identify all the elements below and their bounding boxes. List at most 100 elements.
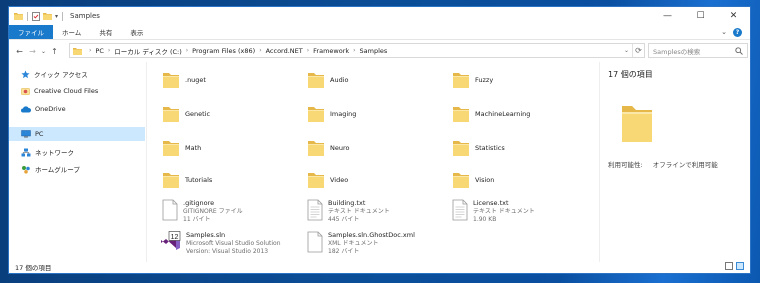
file-item[interactable]: .gitignore GITIGNORE ファイル 11 バイト <box>162 199 243 224</box>
folder-item[interactable]: Audio <box>307 70 348 90</box>
tab-home[interactable]: ホーム <box>53 25 90 39</box>
up-button[interactable]: ↑ <box>48 43 61 59</box>
tab-file[interactable]: ファイル <box>9 25 53 39</box>
address-bar[interactable]: › PC › ローカル ディスク (C:) › Program Files (x… <box>69 43 645 58</box>
search-input[interactable]: Samplesの検索 <box>648 43 748 58</box>
folder-icon <box>453 107 469 122</box>
folder-item[interactable]: Imaging <box>307 104 356 124</box>
file-item[interactable]: Building.txt テキスト ドキュメント 445 バイト <box>307 199 390 224</box>
sidebar-item-quick-access[interactable]: クイック アクセス <box>9 67 145 81</box>
refresh-button[interactable]: ⟳ <box>632 44 644 57</box>
recent-locations-button[interactable]: ⌄ <box>39 43 48 59</box>
file-item[interactable]: Samples.sln.GhostDoc.xml XML ドキュメント 182 … <box>307 231 415 256</box>
folder-item[interactable]: Fuzzy <box>452 70 493 90</box>
folder-icon <box>163 141 179 156</box>
quick-access-toolbar: ▾ <box>9 11 64 21</box>
breadcrumb-separator[interactable]: › <box>186 47 188 54</box>
address-dropdown-icon[interactable]: ⌄ <box>621 47 632 54</box>
breadcrumb-pc[interactable]: PC <box>95 47 103 55</box>
homegroup-icon <box>22 165 30 174</box>
item-size: 445 バイト <box>328 216 360 223</box>
item-name: Fuzzy <box>475 75 494 84</box>
item-name: Vision <box>475 175 495 184</box>
folder-icon <box>308 73 324 88</box>
item-name: .nuget <box>185 75 206 84</box>
file-info: License.txt テキスト ドキュメント 1.90 KB <box>473 199 535 224</box>
file-item[interactable]: 12 Samples.sln Microsoft Visual Studio S… <box>159 231 281 256</box>
folder-item[interactable]: .nuget <box>162 70 206 90</box>
item-name: Imaging <box>330 109 357 118</box>
availability-value: オフラインで利用可能 <box>652 161 718 169</box>
sidebar-item-label: OneDrive <box>35 105 66 113</box>
item-type: Microsoft Visual Studio Solution <box>186 240 281 247</box>
item-type: テキスト ドキュメント <box>328 208 390 215</box>
address-row: ← → ⌄ ↑ › PC › ローカル ディスク (C:) › Program … <box>9 41 750 61</box>
item-size: 1.90 KB <box>473 216 497 223</box>
breadcrumb-separator[interactable]: › <box>307 47 309 54</box>
availability-label: 利用可能性: <box>608 161 643 169</box>
folder-icon <box>453 73 469 88</box>
close-button[interactable]: ✕ <box>717 7 750 25</box>
item-name: License.txt <box>473 199 509 207</box>
folder-icon <box>163 173 179 188</box>
folder-item[interactable]: Video <box>307 170 348 190</box>
item-size: 11 バイト <box>183 216 211 223</box>
sidebar-item-pc[interactable]: PC <box>9 127 145 141</box>
breadcrumb-local-disk[interactable]: ローカル ディスク (C:) <box>114 46 181 56</box>
breadcrumb-samples[interactable]: Samples <box>360 47 388 55</box>
help-icon[interactable]: ? <box>733 27 742 37</box>
folder-item[interactable]: Tutorials <box>162 170 212 190</box>
folder-icon <box>308 107 324 122</box>
folder-item[interactable]: Vision <box>452 170 494 190</box>
forward-button[interactable]: → <box>26 43 39 59</box>
details-title: 17 個の項目 <box>608 70 653 79</box>
breadcrumb-separator[interactable]: › <box>89 47 91 54</box>
details-pane: 17 個の項目 利用可能性: オフラインで利用可能 <box>599 62 750 262</box>
details-view-icon[interactable] <box>725 262 733 270</box>
breadcrumb-separator[interactable]: › <box>108 47 110 54</box>
maximize-button[interactable]: ☐ <box>684 7 717 25</box>
pc-icon <box>21 130 31 138</box>
item-name: MachineLearning <box>475 109 531 118</box>
breadcrumb-program-files[interactable]: Program Files (x86) <box>192 47 255 55</box>
solution-version-label: 12 <box>171 234 179 241</box>
folder-icon <box>308 141 324 156</box>
expand-ribbon-icon[interactable]: ⌄ <box>721 28 727 36</box>
explorer-window: ▾ Samples — ☐ ✕ ファイル ホーム 共有 表示 ⌄ ? ← → ⌄… <box>8 6 751 274</box>
minimize-button[interactable]: — <box>651 7 684 25</box>
properties-icon[interactable] <box>32 11 40 21</box>
breadcrumb-separator[interactable]: › <box>353 47 355 54</box>
toolbar-separator <box>27 11 28 21</box>
sidebar-item-homegroup[interactable]: ホームグループ <box>9 162 145 176</box>
item-name: Building.txt <box>328 199 366 207</box>
new-folder-icon[interactable] <box>43 12 52 20</box>
folder-icon <box>163 73 179 88</box>
sidebar-item-creative-cloud[interactable]: Creative Cloud Files <box>9 84 145 98</box>
sidebar-item-network[interactable]: ネットワーク <box>9 145 145 159</box>
folder-large-icon <box>622 106 652 142</box>
tiles-view-icon[interactable] <box>736 262 744 270</box>
sidebar-item-onedrive[interactable]: OneDrive <box>9 102 145 116</box>
back-button[interactable]: ← <box>13 43 26 59</box>
onedrive-icon <box>21 105 31 112</box>
sidebar-item-label: ネットワーク <box>35 149 74 157</box>
breadcrumb-separator[interactable]: › <box>259 47 261 54</box>
item-name: Audio <box>330 75 349 84</box>
file-item[interactable]: License.txt テキスト ドキュメント 1.90 KB <box>452 199 535 224</box>
window-controls: — ☐ ✕ <box>651 7 750 25</box>
breadcrumb-framework[interactable]: Framework <box>313 47 349 55</box>
folder-item[interactable]: Genetic <box>162 104 210 124</box>
folder-item[interactable]: Math <box>162 138 201 158</box>
customize-toolbar-icon[interactable]: ▾ <box>55 13 58 20</box>
tab-share[interactable]: 共有 <box>90 25 121 39</box>
breadcrumb-accord-net[interactable]: Accord.NET <box>266 47 303 55</box>
folder-item[interactable]: Statistics <box>452 138 505 158</box>
item-count: 17 個の項目 <box>15 263 52 272</box>
view-switcher <box>725 262 744 270</box>
folder-item[interactable]: MachineLearning <box>452 104 530 124</box>
sidebar-item-label: クイック アクセス <box>34 71 88 79</box>
title-bar: ▾ Samples — ☐ ✕ <box>9 7 750 25</box>
tab-view[interactable]: 表示 <box>121 25 152 39</box>
file-info: Samples.sln Microsoft Visual Studio Solu… <box>186 231 281 256</box>
folder-item[interactable]: Neuro <box>307 138 350 158</box>
